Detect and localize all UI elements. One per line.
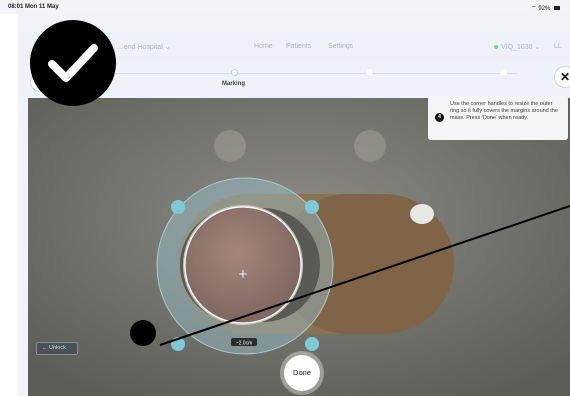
- user-id: VIQ_1030 ⌄: [501, 44, 541, 51]
- tooltip-text: Use the corner handles to resize the out…: [450, 101, 558, 121]
- step-marking: [231, 69, 238, 76]
- close-icon: ✕: [559, 70, 570, 84]
- handle-top-right: [305, 200, 319, 214]
- step-track: [48, 73, 518, 74]
- battery-icon: [554, 6, 560, 11]
- nav-home[interactable]: Home: [254, 43, 273, 50]
- hospital-selector[interactable]: ...end Hospital ⌄: [118, 43, 171, 51]
- handle-top-left: [171, 200, 185, 214]
- online-status-icon: [494, 45, 498, 50]
- pointer-dot: [130, 320, 156, 346]
- wifi-icon: ⌔: [531, 6, 537, 12]
- status-right: ⌔ 92%: [531, 4, 560, 12]
- done-button[interactable]: Done: [284, 355, 320, 391]
- close-button[interactable]: ✕: [554, 66, 570, 88]
- check-badge: [30, 20, 116, 106]
- measurement-label: ~2.0cm: [236, 340, 253, 346]
- step-label-marking: Marking: [222, 81, 246, 87]
- camera-view[interactable]: ~2.0cm: [28, 98, 570, 396]
- camera-scene: ~2.0cm: [28, 98, 570, 396]
- user-initials[interactable]: LL: [554, 43, 562, 50]
- check-icon: [48, 44, 98, 82]
- step-4: [500, 69, 507, 76]
- status-bar: 08:01 Mon 11 May ⌔ 92%: [0, 0, 570, 14]
- step-3: [366, 69, 373, 76]
- instruction-tooltip: 4 Use the corner handles to resize the o…: [428, 96, 568, 140]
- unlock-button[interactable]: ← Unlock: [36, 342, 78, 355]
- handle-bottom-right: [305, 337, 319, 351]
- status-time: 08:01 Mon 11 May: [8, 4, 59, 10]
- nav-patients[interactable]: Patients: [286, 43, 311, 50]
- nav-settings[interactable]: Settings: [328, 43, 353, 50]
- user-menu[interactable]: VIQ_1030 ⌄: [494, 43, 540, 51]
- battery-level: 92%: [538, 6, 551, 12]
- tooltip-step-number: 4: [435, 113, 444, 122]
